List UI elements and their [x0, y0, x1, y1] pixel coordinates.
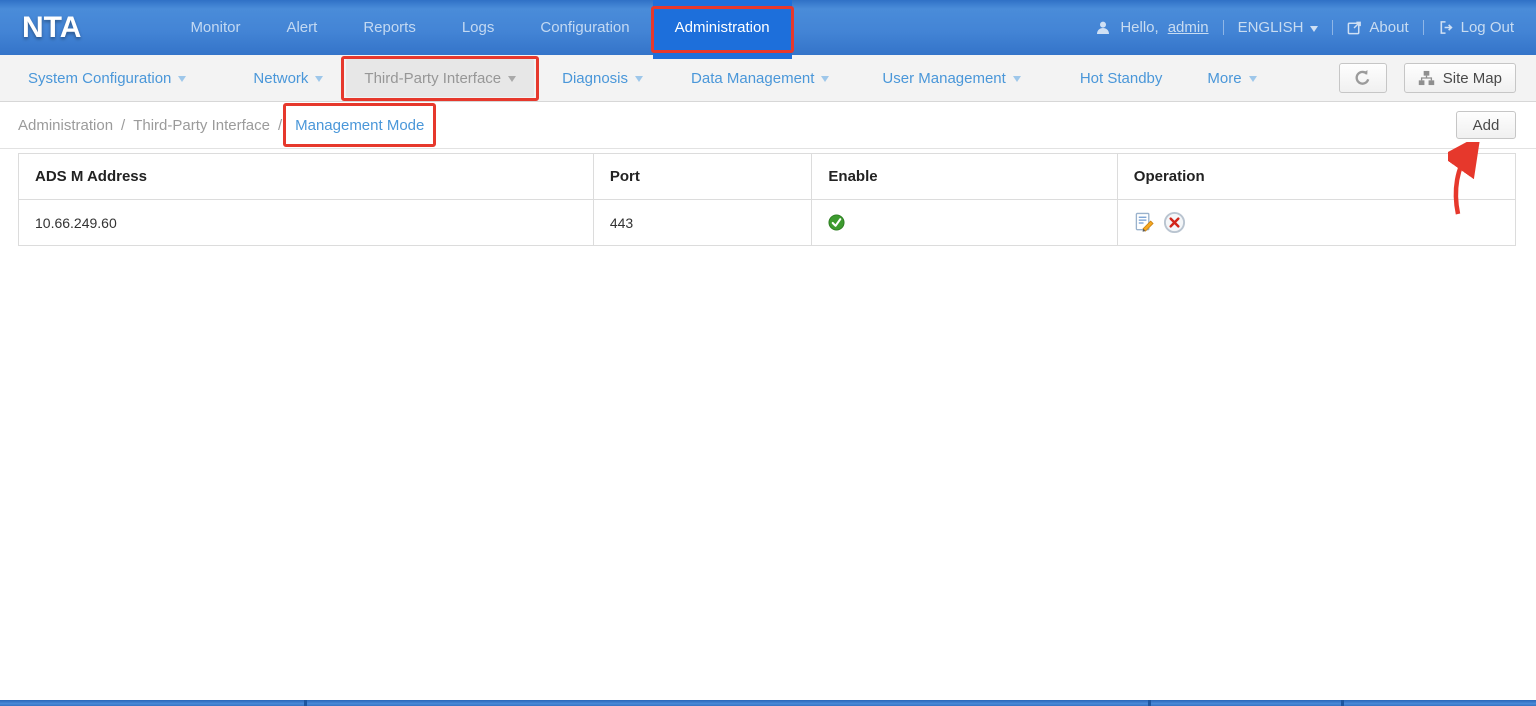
breadcrumb-item-third-party-interface[interactable]: Third-Party Interface: [133, 117, 270, 134]
topnav-item-reports[interactable]: Reports: [340, 0, 439, 55]
cell-operation: [1117, 200, 1515, 246]
divider: [1423, 20, 1424, 35]
breadcrumb-current-label: Management Mode: [295, 117, 424, 134]
subnav-item-hot-standby[interactable]: Hot Standby: [1080, 70, 1163, 87]
topnav-item-logs[interactable]: Logs: [439, 0, 518, 55]
username-link[interactable]: admin: [1168, 19, 1209, 36]
subnav-item-diagnosis[interactable]: Diagnosis: [562, 70, 643, 87]
chevron-down-icon: [508, 76, 516, 82]
user-bar: Hello, admin ENGLISH About Log Out: [1095, 0, 1514, 55]
page: NTA Monitor Alert Reports Logs Configura…: [0, 0, 1536, 246]
site-map-button[interactable]: Site Map: [1404, 63, 1516, 93]
greeting-text: Hello,: [1120, 19, 1158, 36]
language-label: ENGLISH: [1238, 19, 1304, 36]
subnav-item-label: Network: [253, 70, 308, 87]
logout-link[interactable]: Log Out: [1438, 19, 1514, 36]
edit-icon[interactable]: [1134, 212, 1155, 233]
subnav-item-network[interactable]: Network: [253, 70, 323, 87]
chevron-down-icon: [635, 76, 643, 82]
bottom-bar: [0, 700, 1536, 706]
refresh-button[interactable]: [1339, 63, 1387, 93]
divider: [1223, 20, 1224, 35]
sitemap-icon: [1418, 70, 1435, 86]
logout-icon: [1438, 20, 1454, 35]
add-button[interactable]: Add: [1456, 111, 1516, 139]
column-header-ads-m-address: ADS M Address: [19, 154, 594, 200]
divider: [1332, 20, 1333, 35]
table-row: 10.66.249.60 443: [19, 200, 1516, 246]
subnav-actions: Site Map: [1339, 63, 1516, 93]
subnav-item-label: Third-Party Interface: [364, 70, 501, 87]
subnav-item-label: More: [1207, 70, 1241, 87]
management-mode-table-wrap: ADS M Address Port Enable Operation 10.6…: [18, 153, 1516, 246]
breadcrumb: Administration / Third-Party Interface /…: [18, 117, 424, 134]
about-label: About: [1369, 19, 1408, 36]
chevron-down-icon: [1013, 76, 1021, 82]
breadcrumb-current: Management Mode: [295, 117, 424, 134]
topnav-item-alert[interactable]: Alert: [263, 0, 340, 55]
topnav-item-monitor[interactable]: Monitor: [167, 0, 263, 55]
subnav-item-user-management[interactable]: User Management: [882, 70, 1020, 87]
breadcrumb-item-administration[interactable]: Administration: [18, 117, 113, 134]
column-header-enable: Enable: [812, 154, 1117, 200]
subnav-item-third-party-interface[interactable]: Third-Party Interface: [346, 59, 534, 97]
chevron-down-icon: [1310, 26, 1318, 32]
breadcrumb-row: Administration / Third-Party Interface /…: [0, 102, 1536, 149]
topnav-item-label: Administration: [675, 19, 770, 36]
about-icon: [1347, 20, 1362, 35]
subnav-item-label: Hot Standby: [1080, 70, 1163, 87]
language-selector[interactable]: ENGLISH: [1238, 19, 1319, 36]
logout-label: Log Out: [1461, 19, 1514, 36]
column-header-operation: Operation: [1117, 154, 1515, 200]
bottom-bar-divider: [1341, 700, 1344, 706]
bottom-bar-divider: [304, 700, 307, 706]
breadcrumb-separator: /: [121, 117, 125, 134]
cell-ads-m-address: 10.66.249.60: [19, 200, 594, 246]
column-header-port: Port: [593, 154, 812, 200]
topnav-item-administration[interactable]: Administration: [653, 0, 792, 59]
subnav-item-more[interactable]: More: [1207, 70, 1256, 87]
subnav-item-label: Data Management: [691, 70, 814, 87]
top-bar: NTA Monitor Alert Reports Logs Configura…: [0, 0, 1536, 55]
refresh-icon: [1353, 69, 1372, 87]
chevron-down-icon: [821, 76, 829, 82]
bottom-bar-divider: [1148, 700, 1151, 706]
topnav-item-configuration[interactable]: Configuration: [517, 0, 652, 55]
chevron-down-icon: [178, 76, 186, 82]
management-mode-table: ADS M Address Port Enable Operation 10.6…: [18, 153, 1516, 246]
about-link[interactable]: About: [1347, 19, 1408, 36]
cell-enable: [812, 200, 1117, 246]
user-icon: [1095, 20, 1111, 36]
chevron-down-icon: [315, 76, 323, 82]
site-map-label: Site Map: [1443, 70, 1502, 87]
subnav-item-label: System Configuration: [28, 70, 171, 87]
primary-nav: Monitor Alert Reports Logs Configuration…: [167, 0, 791, 59]
subnav-item-label: Diagnosis: [562, 70, 628, 87]
subnav-item-label: User Management: [882, 70, 1005, 87]
app-logo: NTA: [22, 0, 81, 55]
operation-icons: [1134, 211, 1499, 234]
secondary-nav: System Configuration Network Third-Party…: [0, 55, 1536, 102]
chevron-down-icon: [1249, 76, 1257, 82]
table-header-row: ADS M Address Port Enable Operation: [19, 154, 1516, 200]
breadcrumb-separator: /: [278, 117, 282, 134]
delete-circle-icon[interactable]: [1163, 211, 1186, 234]
cell-port: 443: [593, 200, 812, 246]
subnav-item-data-management[interactable]: Data Management: [691, 70, 829, 87]
check-circle-icon: [828, 214, 845, 231]
subnav-item-system-configuration[interactable]: System Configuration: [28, 70, 186, 87]
